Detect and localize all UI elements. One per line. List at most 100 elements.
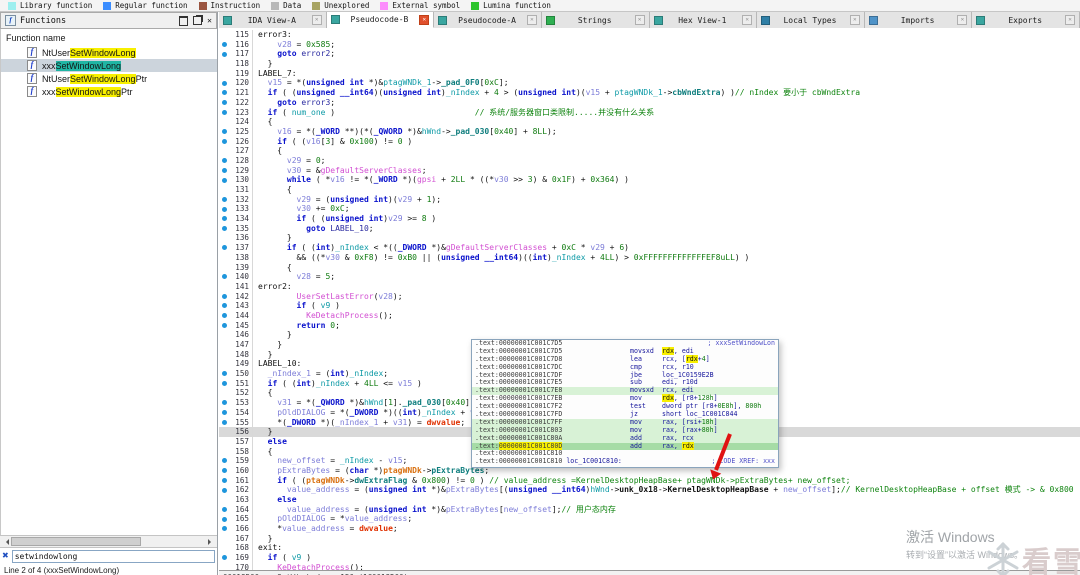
breakpoint-dot[interactable]	[219, 224, 229, 234]
tab-close-icon[interactable]: ✕	[419, 15, 429, 25]
pseudocode-view[interactable]: 115error3:116 v28 = 0x585;117 goto error…	[219, 28, 1080, 575]
tab-close-icon[interactable]: ✕	[312, 15, 322, 25]
tab-pseudocode-a[interactable]: Pseudocode-A✕	[434, 12, 542, 28]
breakpoint-dot[interactable]	[219, 514, 229, 524]
tab-close-icon[interactable]: ✕	[1065, 15, 1075, 25]
code-line[interactable]: 144 KeDetachProcess();	[219, 311, 1080, 321]
code-line[interactable]: 165 pOldDIALOG = *value_address;	[219, 514, 1080, 524]
code-line[interactable]: 122 goto error3;	[219, 98, 1080, 108]
breakpoint-dot[interactable]	[219, 553, 229, 563]
breakpoint-dot[interactable]	[219, 49, 229, 59]
breakpoint-dot[interactable]	[219, 40, 229, 50]
breakpoint-dot[interactable]	[219, 466, 229, 476]
code-line[interactable]: 138 && ((*v30 & 0xF8) != 0xB0 || (unsign…	[219, 253, 1080, 263]
code-line[interactable]: 136 }	[219, 233, 1080, 243]
breakpoint-dot[interactable]	[219, 311, 229, 321]
code-line[interactable]: 126 if ( (v16[3] & 0x100) != 0 )	[219, 137, 1080, 147]
function-row[interactable]: fNtUserSetWindowLongPtr	[1, 72, 217, 85]
code-line[interactable]: 121 if ( (unsigned __int64)(unsigned int…	[219, 88, 1080, 98]
tab-hex-view-1[interactable]: Hex View-1✕	[650, 12, 758, 28]
code-line[interactable]: 145 return 0;	[219, 321, 1080, 331]
close-panel-button[interactable]: ✕	[207, 17, 212, 24]
code-line[interactable]: 130 while ( *v16 != *(_WORD *)(gpsi + 2L…	[219, 175, 1080, 185]
tab-local-types[interactable]: Local Types✕	[757, 12, 865, 28]
breakpoint-dot[interactable]	[219, 379, 229, 389]
tab-close-icon[interactable]: ✕	[850, 15, 860, 25]
tab-close-icon[interactable]: ✕	[957, 15, 967, 25]
tab-ida-view-a[interactable]: IDA View-A✕	[219, 12, 327, 28]
code-line[interactable]: 120 v15 = *(unsigned int *)&ptagWNDk_1->…	[219, 78, 1080, 88]
breakpoint-dot[interactable]	[219, 204, 229, 214]
function-row[interactable]: fxxxSetWindowLong	[1, 59, 217, 72]
breakpoint-dot[interactable]	[219, 456, 229, 466]
code-line[interactable]: 143 if ( v9 )	[219, 301, 1080, 311]
code-line[interactable]: 133 v30 += 0xC;	[219, 204, 1080, 214]
code-line[interactable]: 125 v16 = *(_WORD **)(*(_QWORD *)&hWnd->…	[219, 127, 1080, 137]
code-line[interactable]: 132 v29 = (unsigned int)(v29 + 1);	[219, 195, 1080, 205]
breakpoint-dot[interactable]	[219, 292, 229, 302]
code-line[interactable]: 134 if ( (unsigned int)v29 >= 8 )	[219, 214, 1080, 224]
tab-close-icon[interactable]: ✕	[635, 15, 645, 25]
code-line[interactable]: 117 goto error2;	[219, 49, 1080, 59]
code-line[interactable]: 142 UserSetLastError(v28);	[219, 292, 1080, 302]
breakpoint-dot[interactable]	[219, 88, 229, 98]
code-line[interactable]: 137 if ( (int)_nIndex < *((_DWORD *)&gDe…	[219, 243, 1080, 253]
breakpoint-dot[interactable]	[219, 398, 229, 408]
scroll-left-arrow[interactable]	[3, 539, 9, 545]
breakpoint-dot[interactable]	[219, 524, 229, 534]
breakpoint-dot[interactable]	[219, 369, 229, 379]
tab-imports[interactable]: Imports✕	[865, 12, 973, 28]
breakpoint-dot[interactable]	[219, 175, 229, 185]
breakpoint-dot[interactable]	[219, 127, 229, 137]
tab-close-icon[interactable]: ✕	[742, 15, 752, 25]
breakpoint-dot[interactable]	[219, 78, 229, 88]
function-row[interactable]: fNtUserSetWindowLong	[1, 46, 217, 59]
code-line[interactable]: 116 v28 = 0x585;	[219, 40, 1080, 50]
code-line[interactable]: 119LABEL_7:	[219, 69, 1080, 79]
breakpoint-dot[interactable]	[219, 243, 229, 253]
breakpoint-dot[interactable]	[219, 485, 229, 495]
breakpoint-dot[interactable]	[219, 137, 229, 147]
code-line[interactable]: 123 if ( num_one ) // 系统/服务器窗口类限制.....并没…	[219, 108, 1080, 118]
breakpoint-dot[interactable]	[219, 98, 229, 108]
tab-strings[interactable]: Strings✕	[542, 12, 650, 28]
breakpoint-dot[interactable]	[219, 505, 229, 515]
breakpoint-dot[interactable]	[219, 214, 229, 224]
code-line[interactable]: 124 {	[219, 117, 1080, 127]
breakpoint-dot[interactable]	[219, 156, 229, 166]
code-line[interactable]: 128 v29 = 0;	[219, 156, 1080, 166]
code-line[interactable]: 139 {	[219, 263, 1080, 273]
tab-close-icon[interactable]: ✕	[527, 15, 537, 25]
tab-pseudocode-b[interactable]: Pseudocode-B✕	[327, 12, 435, 28]
function-name-header[interactable]: Function name	[1, 29, 217, 46]
tab-exports[interactable]: Exports✕	[972, 12, 1080, 28]
horizontal-scrollbar[interactable]	[0, 535, 217, 548]
maximize-button[interactable]	[179, 16, 188, 26]
code-line[interactable]: 162 value_address = (unsigned int *)&pEx…	[219, 485, 1080, 495]
breakpoint-dot[interactable]	[219, 321, 229, 331]
code-line[interactable]: 163 else	[219, 495, 1080, 505]
code-line[interactable]: 127 {	[219, 146, 1080, 156]
breakpoint-dot[interactable]	[219, 166, 229, 176]
float-window-button[interactable]	[193, 16, 202, 25]
scrollbar-thumb[interactable]	[11, 537, 141, 546]
breakpoint-dot[interactable]	[219, 272, 229, 282]
clear-filter-icon[interactable]: ✖	[2, 552, 9, 560]
code-line[interactable]: 161 if ( (ptagWNDk->dwExtraFlag & 0x800)…	[219, 476, 1080, 486]
code-line[interactable]: 115error3:	[219, 30, 1080, 40]
filter-input[interactable]	[12, 550, 215, 563]
code-line[interactable]: 140 v28 = 5;	[219, 272, 1080, 282]
code-line[interactable]: 129 v30 = &gDefaultServerClasses;	[219, 166, 1080, 176]
breakpoint-dot[interactable]	[219, 476, 229, 486]
code-line[interactable]: 164 value_address = (unsigned int *)&pEx…	[219, 505, 1080, 515]
code-line[interactable]: 141error2:	[219, 282, 1080, 292]
breakpoint-dot[interactable]	[219, 108, 229, 118]
code-line[interactable]: 131 {	[219, 185, 1080, 195]
breakpoint-dot[interactable]	[219, 301, 229, 311]
breakpoint-dot[interactable]	[219, 418, 229, 428]
code-line[interactable]: 118 }	[219, 59, 1080, 69]
scroll-right-arrow[interactable]	[208, 539, 214, 545]
code-line[interactable]: 135 goto LABEL_10;	[219, 224, 1080, 234]
breakpoint-dot[interactable]	[219, 408, 229, 418]
breakpoint-dot[interactable]	[219, 195, 229, 205]
